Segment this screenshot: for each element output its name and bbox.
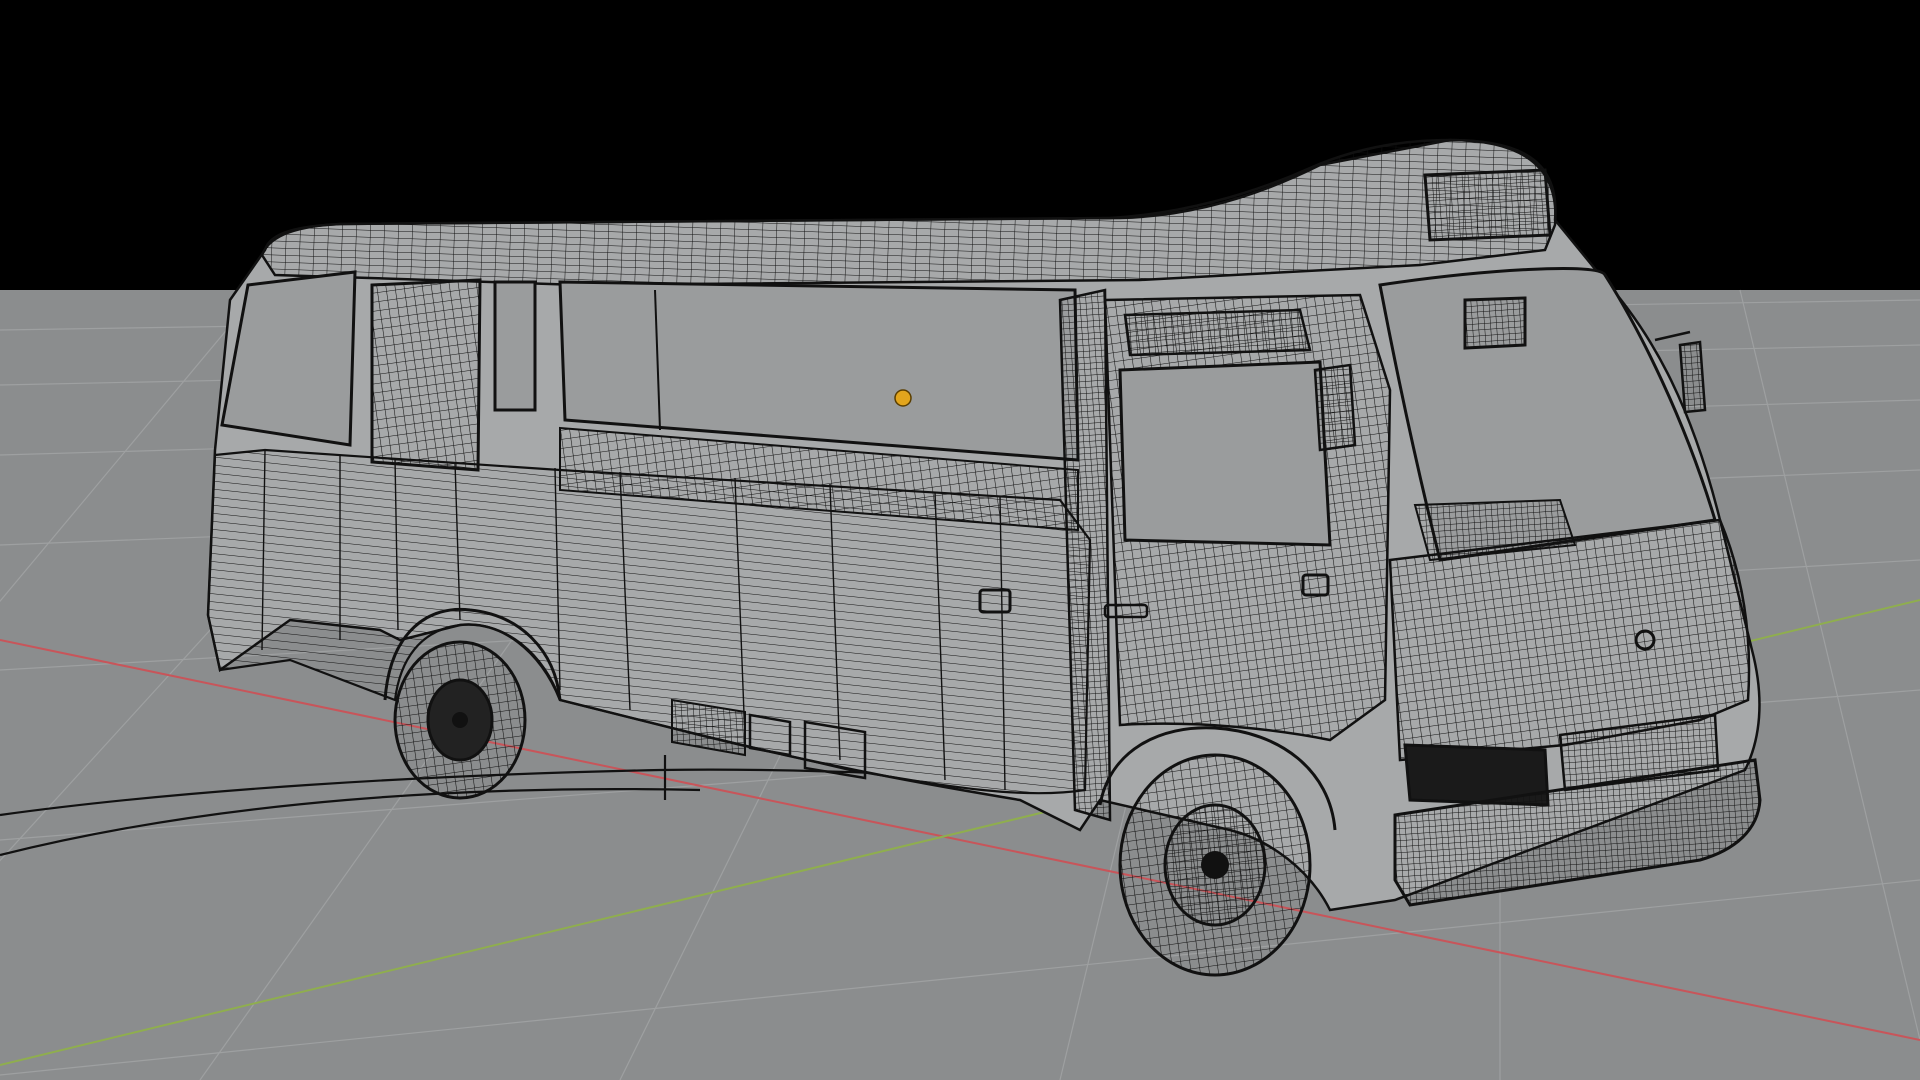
front-wheel — [1118, 753, 1312, 977]
side-mirror-right — [1678, 340, 1707, 414]
door-window — [1118, 360, 1332, 547]
door-header — [1123, 308, 1312, 357]
roof-marker-light — [1423, 168, 1552, 242]
side-window-small — [493, 280, 537, 412]
rear-side-window-mesh — [370, 278, 482, 472]
3d-viewport[interactable] — [0, 0, 1920, 1080]
rear-view-mirror — [1463, 296, 1527, 350]
object-origin-marker[interactable] — [894, 389, 912, 407]
rear-wheel — [393, 640, 527, 800]
side-mirror-left — [1313, 363, 1357, 452]
